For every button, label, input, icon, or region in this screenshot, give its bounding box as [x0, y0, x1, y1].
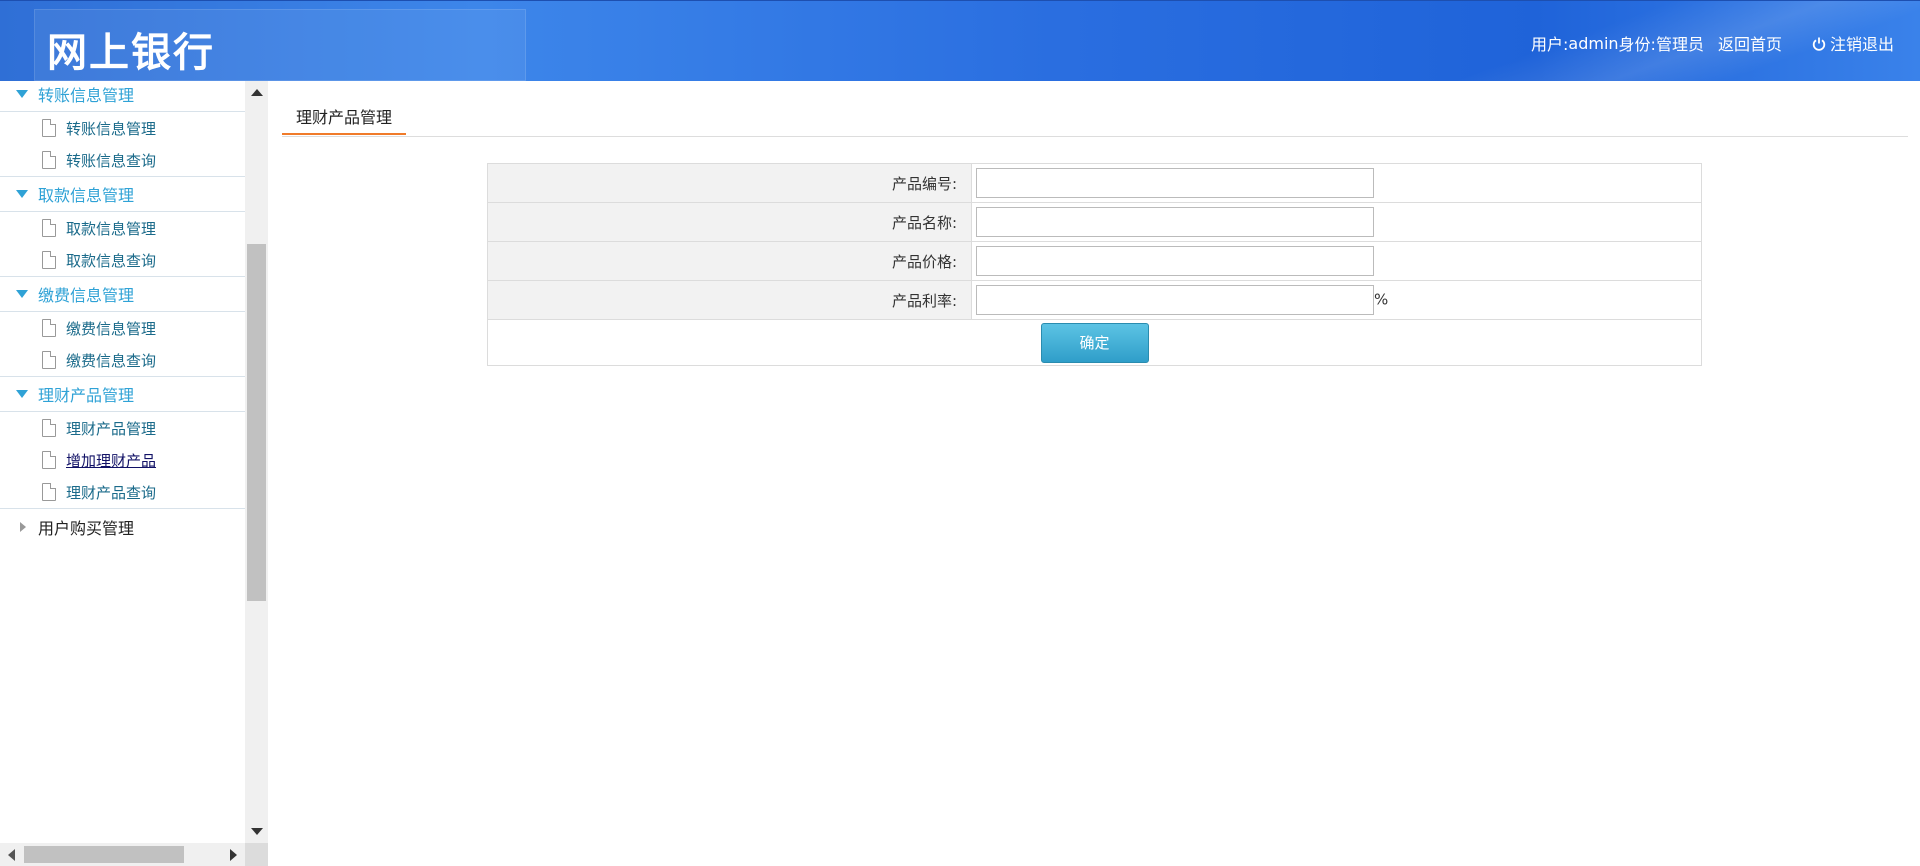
sidebar-item-finance-query[interactable]: 理财产品查询	[0, 476, 245, 508]
item-label: 增加理财产品	[66, 451, 157, 470]
main-content: 理财产品管理 产品编号: 产品名称: 产品价格: 产品利率: % 确定	[268, 81, 1920, 866]
user-label: 用户:	[1531, 35, 1569, 54]
top-header: 网上银行 用户: admin 身份: 管理员 返回首页 注销退出	[0, 0, 1920, 81]
group-title: 取款信息管理	[38, 186, 135, 205]
sidebar-item-payment-query[interactable]: 缴费信息查询	[0, 344, 245, 376]
sidebar-menu: 转账信息管理 转账信息管理 转账信息查询 取款信息管理 取款信息管理 取款信息查…	[0, 81, 245, 541]
percent-suffix: %	[1374, 290, 1389, 309]
sidebar-item-transfer-query[interactable]: 转账信息查询	[0, 144, 245, 176]
sidebar-item-add-finance[interactable]: 增加理财产品	[0, 444, 245, 476]
menu-group-purchase[interactable]: 用户购买管理	[0, 508, 245, 541]
item-label: 理财产品查询	[66, 483, 157, 502]
menu-group-transfer[interactable]: 转账信息管理	[0, 81, 245, 112]
sidebar-item-transfer-manage[interactable]: 转账信息管理	[0, 112, 245, 144]
menu-group-payment[interactable]: 缴费信息管理	[0, 276, 245, 312]
menu-group-finance[interactable]: 理财产品管理	[0, 376, 245, 412]
document-icon	[42, 119, 56, 137]
sidebar-item-withdraw-manage[interactable]: 取款信息管理	[0, 212, 245, 244]
form-row: 产品编号:	[487, 163, 1702, 203]
tab-bar: 理财产品管理	[282, 99, 1908, 137]
form-row: 产品名称:	[487, 202, 1702, 242]
form-row: 产品利率: %	[487, 280, 1702, 320]
menu-group-withdraw[interactable]: 取款信息管理	[0, 176, 245, 212]
power-icon[interactable]	[1812, 37, 1826, 51]
field-label: 产品名称:	[487, 202, 972, 242]
app-logo: 网上银行	[47, 30, 215, 76]
item-label: 取款信息管理	[66, 219, 157, 238]
expand-arrow-icon	[16, 90, 28, 98]
item-label: 缴费信息管理	[66, 319, 157, 338]
item-label: 取款信息查询	[66, 251, 157, 270]
sidebar: 转账信息管理 转账信息管理 转账信息查询 取款信息管理 取款信息管理 取款信息查…	[0, 81, 268, 866]
document-icon	[42, 451, 56, 469]
username: admin	[1568, 33, 1619, 53]
confirm-button[interactable]: 确定	[1040, 322, 1149, 363]
sidebar-item-withdraw-query[interactable]: 取款信息查询	[0, 244, 245, 276]
horizontal-scrollbar[interactable]	[0, 843, 245, 866]
field-label: 产品编号:	[487, 163, 972, 203]
sidebar-item-payment-manage[interactable]: 缴费信息管理	[0, 312, 245, 344]
field-label: 产品利率:	[487, 280, 972, 320]
scroll-thumb[interactable]	[24, 846, 184, 863]
tab-finance-manage[interactable]: 理财产品管理	[282, 99, 407, 135]
item-label: 转账信息查询	[66, 151, 157, 170]
document-icon	[42, 351, 56, 369]
scrollbar-corner	[245, 843, 268, 866]
user-bar: 用户: admin 身份: 管理员 返回首页 注销退出	[1531, 31, 1894, 55]
group-title: 用户购买管理	[38, 518, 135, 538]
item-label: 理财产品管理	[66, 419, 157, 438]
product-name-input[interactable]	[976, 207, 1374, 237]
document-icon	[42, 483, 56, 501]
group-title: 缴费信息管理	[38, 286, 135, 305]
logout-link[interactable]: 注销退出	[1830, 31, 1894, 55]
sidebar-item-finance-manage[interactable]: 理财产品管理	[0, 412, 245, 444]
product-rate-input[interactable]	[976, 285, 1374, 315]
document-icon	[42, 151, 56, 169]
collapsed-arrow-icon	[20, 521, 26, 532]
expand-arrow-icon	[16, 290, 28, 298]
group-title: 理财产品管理	[38, 386, 135, 405]
scroll-thumb[interactable]	[247, 244, 266, 601]
item-label: 转账信息管理	[66, 119, 157, 138]
expand-arrow-icon	[16, 190, 28, 198]
product-id-input[interactable]	[976, 168, 1374, 198]
scroll-left-icon[interactable]	[8, 849, 15, 861]
document-icon	[42, 251, 56, 269]
document-icon	[42, 219, 56, 237]
field-label: 产品价格:	[487, 241, 972, 281]
expand-arrow-icon	[16, 390, 28, 398]
item-label: 缴费信息查询	[66, 351, 157, 370]
group-title: 转账信息管理	[38, 86, 135, 105]
home-link[interactable]: 返回首页	[1718, 31, 1782, 55]
scroll-up-icon[interactable]	[251, 89, 263, 96]
product-price-input[interactable]	[976, 246, 1374, 276]
scroll-right-icon[interactable]	[230, 849, 237, 861]
vertical-scrollbar[interactable]	[245, 81, 268, 843]
document-icon	[42, 419, 56, 437]
product-form: 产品编号: 产品名称: 产品价格: 产品利率: % 确定	[487, 163, 1702, 366]
form-row: 产品价格:	[487, 241, 1702, 281]
form-actions-row: 确定	[487, 319, 1702, 366]
role: 管理员	[1655, 35, 1704, 54]
document-icon	[42, 319, 56, 337]
role-label: 身份:	[1618, 35, 1656, 54]
scroll-down-icon[interactable]	[251, 828, 263, 835]
